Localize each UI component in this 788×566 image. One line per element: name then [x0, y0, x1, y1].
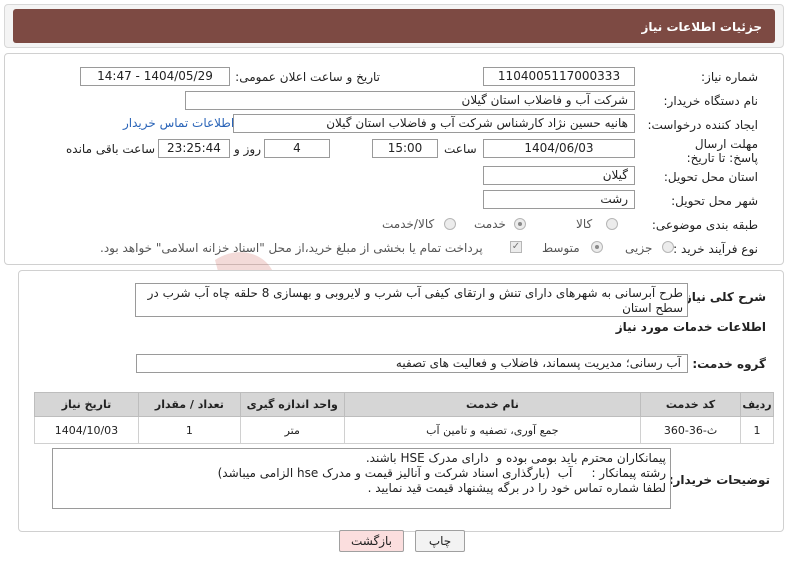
category-radio-goods[interactable]: [606, 218, 618, 230]
treasury-checkbox[interactable]: ✓: [510, 241, 522, 253]
category-radio-service[interactable]: [514, 218, 526, 230]
cell-quantity: 1: [137, 416, 241, 444]
services-info-title: اطلاعات خدمات مورد نیاز: [615, 320, 766, 334]
col-quantity-header: تعداد / مقدار: [137, 392, 241, 417]
days-label: روز و: [234, 142, 261, 156]
announce-datetime-field[interactable]: 1404/05/29 - 14:47: [80, 67, 230, 86]
city-field[interactable]: رشت: [483, 190, 635, 209]
need-number-field[interactable]: 1104005117000333: [483, 67, 635, 86]
days-field[interactable]: 4: [264, 139, 330, 158]
cell-need-date: 1404/10/03: [34, 416, 139, 444]
deadline-time-label: ساعت: [444, 142, 477, 156]
table-header-row: ردیف کد خدمت نام خدمت واحد اندازه گیری ت…: [34, 392, 774, 417]
requester-label: ایجاد کننده درخواست:: [647, 118, 758, 132]
print-button[interactable]: چاپ: [415, 530, 465, 552]
back-button[interactable]: بازگشت: [339, 530, 404, 552]
category-radio-goods-service[interactable]: [444, 218, 456, 230]
col-row-header: ردیف: [740, 392, 774, 417]
cell-service-name: جمع آوری، تصفیه و تامین آب: [343, 416, 642, 444]
province-label: استان محل تحویل:: [663, 170, 758, 184]
cell-row-number: 1: [740, 416, 774, 444]
city-label: شهر محل تحویل:: [671, 194, 758, 208]
buyer-notes-textarea[interactable]: [52, 448, 671, 509]
need-number-label: شماره نیاز:: [701, 70, 758, 84]
remaining-label: ساعت باقی مانده: [66, 142, 156, 156]
buyer-contact-link[interactable]: اطلاعات تماس خریدار: [123, 116, 234, 130]
col-service-name-header: نام خدمت: [343, 392, 642, 417]
col-unit-header: واحد اندازه گیری: [239, 392, 345, 417]
process-radio-medium[interactable]: [591, 241, 603, 253]
province-field[interactable]: گیلان: [483, 166, 635, 185]
service-group-field[interactable]: آب رسانی؛ مدیریت پسماند، فاضلاب و فعالیت…: [136, 354, 688, 373]
cell-service-code: ث-36-360: [640, 416, 742, 444]
process-radio-minor[interactable]: [662, 241, 674, 253]
remaining-time-field[interactable]: 23:25:44: [158, 139, 230, 158]
col-need-date-header: تاریخ نیاز: [34, 392, 139, 417]
category-option-goods-service: کالا/خدمت: [382, 217, 435, 231]
payment-note: پرداخت تمام یا بخشی از مبلغ خرید،از محل …: [100, 241, 483, 255]
announce-datetime-label: تاریخ و ساعت اعلان عمومی:: [235, 70, 380, 84]
general-desc-label: شرح کلی نیاز:: [680, 290, 766, 304]
page-title: جزئیات اطلاعات نیاز: [641, 20, 762, 34]
table-row: 1 ث-36-360 جمع آوری، تصفیه و تامین آب مت…: [34, 416, 774, 444]
process-option-medium: متوسط: [542, 241, 580, 255]
category-option-goods: کالا: [576, 217, 593, 231]
buyer-org-label: نام دستگاه خریدار:: [663, 94, 759, 108]
process-option-minor: جزیی: [625, 241, 653, 255]
buyer-notes-label: توضیحات خریدار:: [668, 473, 770, 487]
deadline-time-field[interactable]: 15:00: [372, 139, 438, 158]
deadline-label: مهلت ارسال پاسخ: تا تاریخ:: [686, 137, 758, 165]
category-option-service: خدمت: [474, 217, 506, 231]
category-label: طبقه بندی موضوعی:: [651, 218, 758, 232]
requester-field[interactable]: هانیه حسین نژاد کارشناس شرکت آب و فاضلاب…: [233, 114, 635, 133]
col-service-code-header: کد خدمت: [640, 392, 742, 417]
services-table: ردیف کد خدمت نام خدمت واحد اندازه گیری ت…: [34, 392, 774, 444]
cell-unit: متر: [239, 416, 345, 444]
buyer-org-field[interactable]: شرکت آب و فاضلاب استان گیلان: [185, 91, 635, 110]
deadline-date-field[interactable]: 1404/06/03: [483, 139, 635, 158]
general-desc-textarea[interactable]: [135, 283, 688, 317]
service-group-label: گروه خدمت:: [692, 357, 766, 371]
process-type-label: نوع فرآیند خرید :: [673, 242, 758, 256]
